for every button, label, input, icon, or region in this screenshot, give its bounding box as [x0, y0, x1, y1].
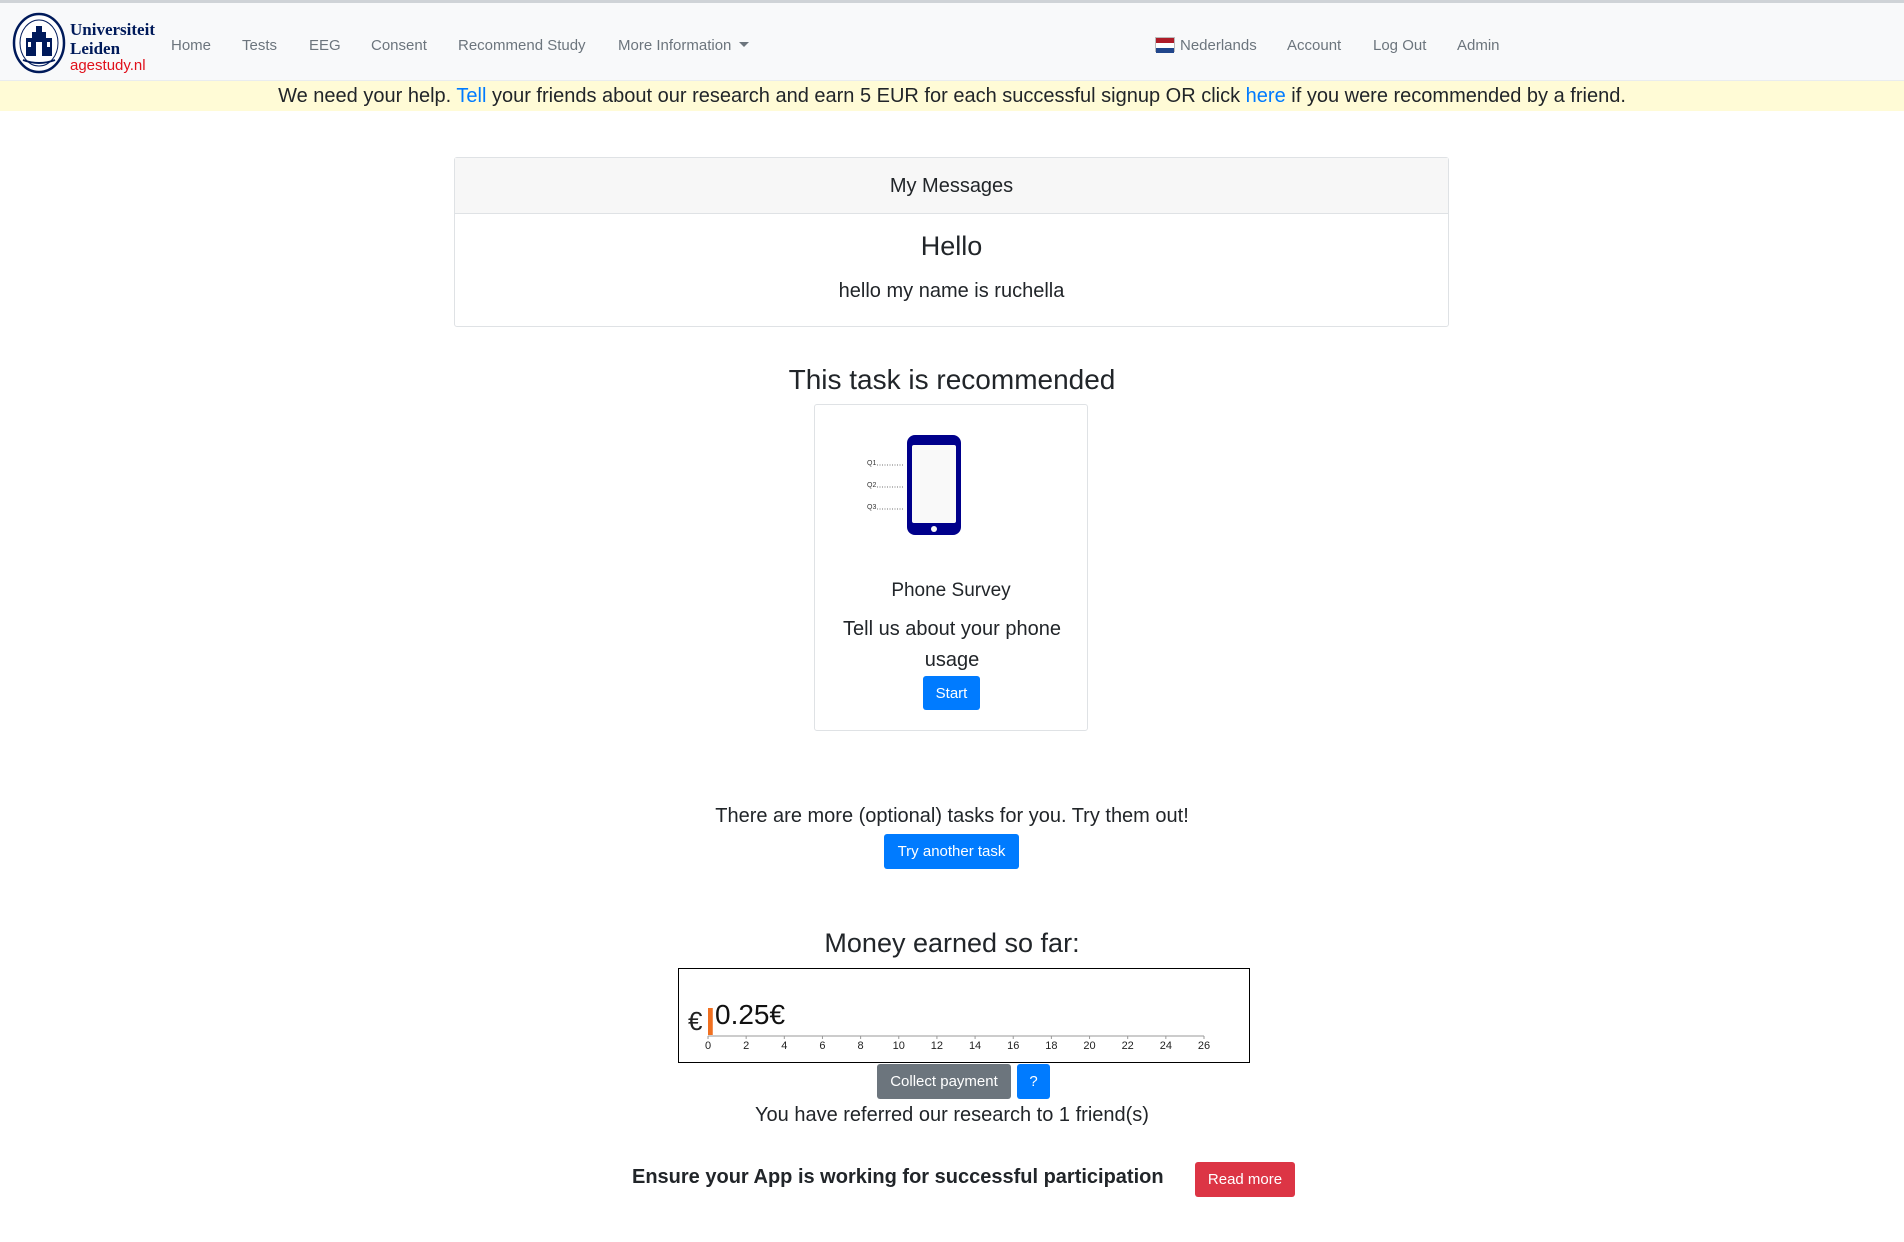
nav-eeg[interactable]: EEG: [309, 37, 341, 54]
start-button[interactable]: Start: [923, 676, 980, 710]
banner-text-1: We need your help.: [278, 85, 457, 107]
message-title: Hello: [920, 231, 983, 261]
banner-text-3: if you were recommended by a friend.: [1285, 85, 1626, 107]
tick-label-10: 20: [1083, 1040, 1095, 1052]
tick-label-6: 12: [931, 1040, 943, 1052]
nav-recommend-study[interactable]: Recommend Study: [458, 37, 586, 54]
nav-language-label: Nederlands: [1180, 37, 1257, 54]
task-name: Phone Survey: [891, 580, 1011, 601]
help-banner: We need your help. Tell your friends abo…: [0, 81, 1904, 111]
tick-label-11: 22: [1122, 1040, 1134, 1052]
more-tasks-text: There are more (optional) tasks for you.…: [715, 805, 1189, 827]
tick-label-0: 0: [705, 1040, 711, 1052]
recommended-heading: This task is recommended: [788, 364, 1116, 395]
nav-more-information-label: More Information: [618, 37, 732, 54]
task-description: Tell us about your phone usage: [843, 618, 1061, 671]
chevron-down-icon: [739, 42, 750, 47]
tick-label-1: 2: [743, 1040, 749, 1052]
brand-logo[interactable]: Universiteit Leiden agestudy.nl: [12, 12, 162, 74]
illustration-label-q1: Q1: [867, 460, 876, 467]
brand-line-2: Leiden: [70, 39, 121, 58]
navbar: Universiteit Leiden agestudy.nl Home Tes…: [0, 3, 1904, 81]
tick-label-3: 6: [819, 1040, 825, 1052]
banner-tell-link[interactable]: Tell: [456, 85, 486, 107]
try-another-task-button[interactable]: Try another task: [884, 834, 1019, 869]
money-bar-0: [708, 1008, 713, 1035]
currency-symbol: €: [688, 1006, 703, 1036]
tick-label-8: 16: [1007, 1040, 1019, 1052]
help-button[interactable]: ?: [1017, 1064, 1050, 1099]
nav-home[interactable]: Home: [171, 37, 211, 54]
brand-line-1: Universiteit: [70, 20, 155, 39]
nav-admin[interactable]: Admin: [1457, 37, 1500, 54]
brand-site: agestudy.nl: [70, 57, 146, 74]
message-body: hello my name is ruchella: [838, 280, 1065, 302]
money-chart: € 0.25€ 0 2 4 6 8 10 12 14 16 18 20 22 24 26: [678, 968, 1250, 1063]
app-notice-text: Ensure your App is working for successfu…: [632, 1166, 1164, 1188]
referral-text: You have referred our research to 1 frie…: [755, 1104, 1149, 1126]
leiden-seal-icon: [12, 12, 66, 74]
nav-logout[interactable]: Log Out: [1373, 37, 1426, 54]
tick-label-5: 10: [893, 1040, 905, 1052]
messages-card: My Messages Hello hello my name is ruche…: [454, 157, 1449, 327]
nav-consent[interactable]: Consent: [371, 37, 427, 54]
nav-account[interactable]: Account: [1287, 37, 1341, 54]
banner-text-2: your friends about our research and earn…: [486, 85, 1246, 107]
tick-label-13: 26: [1198, 1040, 1210, 1052]
nav-language[interactable]: Nederlands: [1155, 37, 1257, 54]
messages-header: My Messages: [455, 158, 1448, 214]
netherlands-flag-icon: [1155, 37, 1175, 53]
phone-survey-icon: Q1 Q2 Q3: [867, 435, 961, 535]
tick-label-9: 18: [1045, 1040, 1057, 1052]
tick-label-12: 24: [1160, 1040, 1172, 1052]
illustration-label-q3: Q3: [867, 504, 876, 511]
task-card: Q1 Q2 Q3 Phone Survey Tell us about your…: [814, 404, 1088, 731]
tick-label-4: 8: [858, 1040, 864, 1052]
banner-here-link[interactable]: here: [1246, 85, 1286, 107]
illustration-label-q2: Q2: [867, 482, 876, 489]
amount-label: 0.25€: [715, 999, 785, 1030]
money-heading: Money earned so far:: [824, 928, 1080, 958]
money-chart-svg: € 0.25€ 0 2 4 6 8 10 12 14 16 18 20 22 24 26: [688, 999, 1210, 1052]
tick-label-2: 4: [781, 1040, 787, 1052]
read-more-button[interactable]: Read more: [1195, 1162, 1295, 1197]
nav-tests[interactable]: Tests: [242, 37, 277, 54]
nav-more-information[interactable]: More Information: [618, 37, 750, 54]
collect-payment-button[interactable]: Collect payment: [877, 1064, 1011, 1099]
tick-label-7: 14: [969, 1040, 981, 1052]
brand-university: Universiteit Leiden: [70, 20, 155, 58]
